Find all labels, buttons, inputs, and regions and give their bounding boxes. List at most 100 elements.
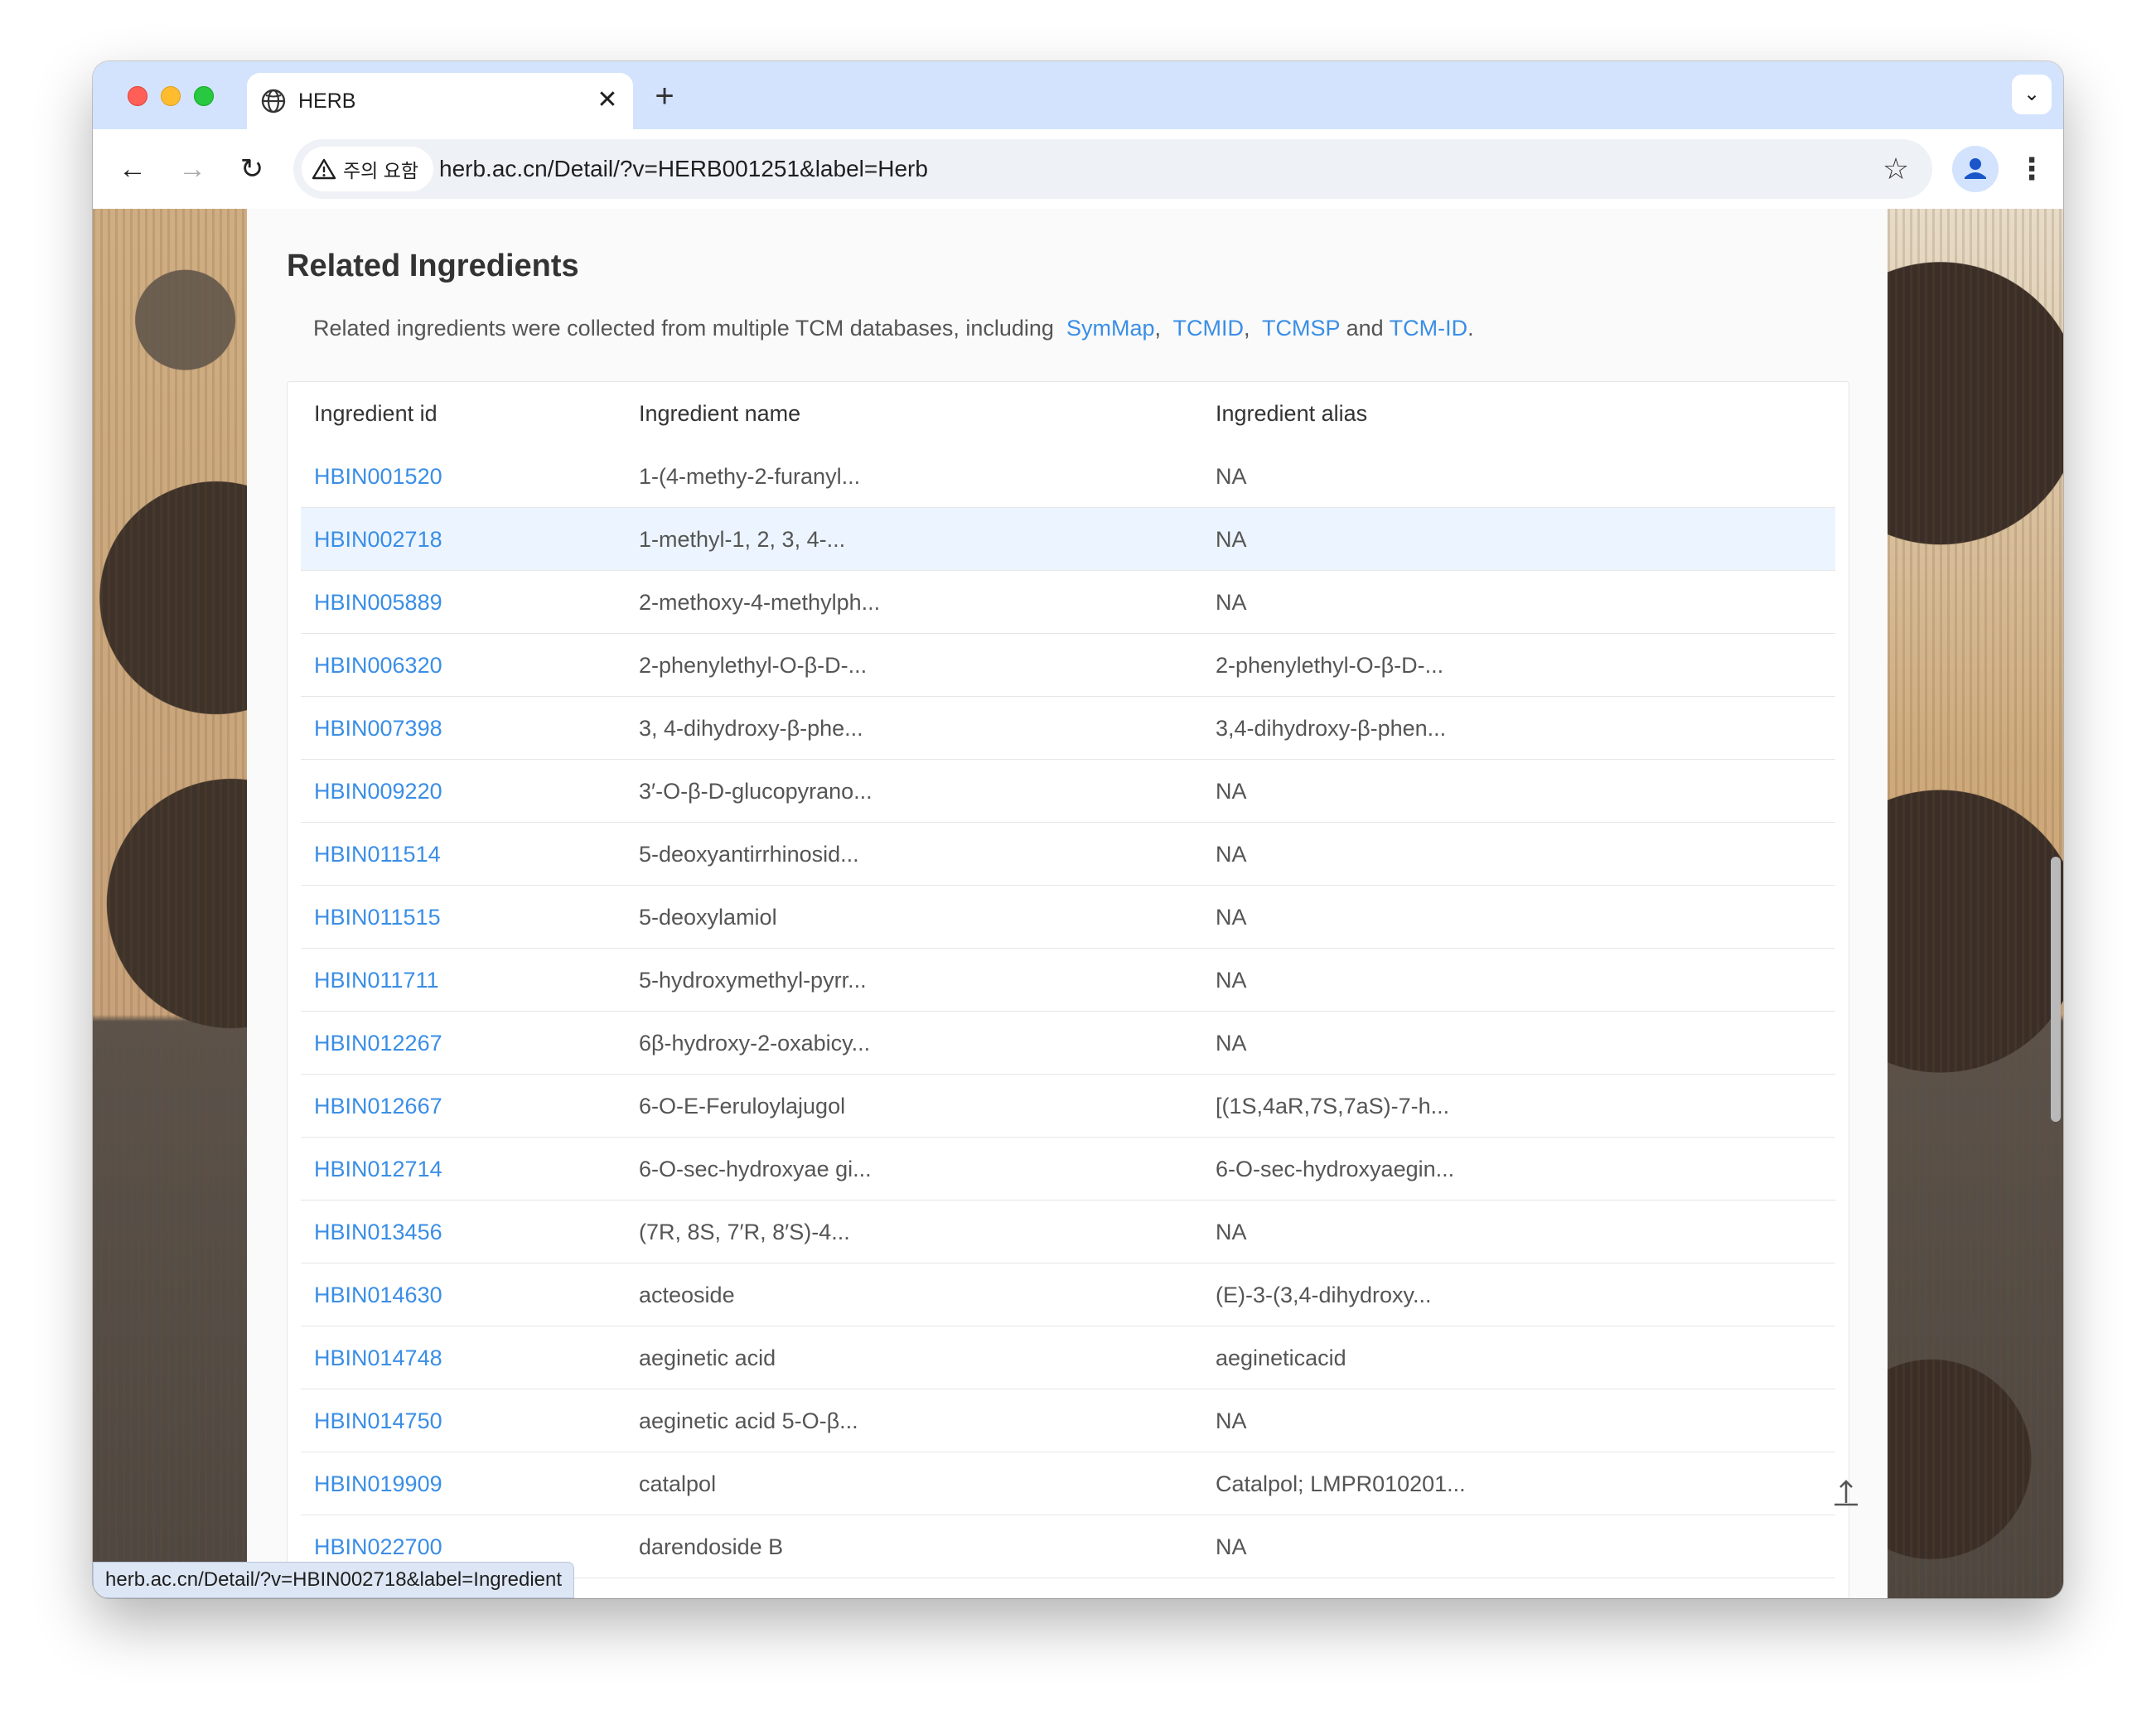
table-row[interactable]: HBIN014748 aeginetic acid aegineticacid xyxy=(301,1326,1835,1389)
ingredient-id-link[interactable]: HBIN022700 xyxy=(314,1532,442,1562)
ingredient-id-link[interactable]: HBIN012714 xyxy=(314,1154,442,1184)
new-tab-button[interactable]: + xyxy=(646,78,683,114)
ingredient-alias: aegineticacid xyxy=(1216,1346,1346,1370)
header-ingredient-id[interactable]: Ingredient id xyxy=(314,399,437,428)
url-text[interactable]: herb.ac.cn/Detail/?v=HERB001251&label=He… xyxy=(439,154,928,184)
ingredient-id-link[interactable]: HBIN007398 xyxy=(314,713,442,743)
ingredient-name: 6-O-E-Feruloylajugol xyxy=(639,1094,846,1118)
header-ingredient-name[interactable]: Ingredient name xyxy=(639,399,800,428)
table-row[interactable]: HBIN019909 catalpol Catalpol; LMPR010201..… xyxy=(301,1452,1835,1515)
ingredient-id-link[interactable]: HBIN012667 xyxy=(314,1091,442,1121)
ingredient-id-link[interactable]: HBIN019909 xyxy=(314,1469,442,1499)
ingredient-alias: Catalpol; LMPR010201... xyxy=(1216,1471,1466,1496)
tab-herb[interactable]: HERB ✕ xyxy=(247,73,633,129)
ingredient-name: catalpol xyxy=(639,1471,717,1496)
link-tcmid[interactable]: TCMID xyxy=(1173,316,1244,341)
comma: , xyxy=(1154,316,1162,341)
forward-arrow-icon[interactable]: → xyxy=(174,151,210,187)
ingredient-alias: (E)-3-(3,4-dihydroxy... xyxy=(1216,1283,1432,1307)
security-label: 주의 요함 xyxy=(343,160,419,181)
ingredient-alias: NA xyxy=(1216,464,1247,489)
ingredient-id-link[interactable]: HBIN012267 xyxy=(314,1028,442,1058)
ingredient-name: darendoside B xyxy=(639,1534,784,1559)
header-ingredient-alias[interactable]: Ingredient alias xyxy=(1216,399,1367,428)
close-window-button[interactable] xyxy=(128,86,147,106)
table-row[interactable]: HBIN011515 5-deoxylamiol NA xyxy=(301,886,1835,949)
ingredient-name: 6-O-sec-hydroxyae gi... xyxy=(639,1157,872,1181)
chevron-down-icon[interactable]: ⌄ xyxy=(2012,75,2052,114)
back-arrow-icon[interactable]: ← xyxy=(114,151,151,187)
ingredient-alias: 6-O-sec-hydroxyaegin... xyxy=(1216,1157,1455,1181)
ingredient-id-link[interactable]: HBIN014748 xyxy=(314,1343,442,1373)
ingredient-name: 3′-O-β-D-glucopyrano... xyxy=(639,779,873,804)
reload-icon[interactable]: ↻ xyxy=(234,151,270,187)
ingredient-id-link[interactable]: HBIN011711 xyxy=(314,965,439,995)
ingredient-alias: NA xyxy=(1216,842,1247,867)
background-photo-right xyxy=(1888,209,2063,1598)
intro-text: Related ingredients were collected from … xyxy=(313,313,1474,343)
minimize-window-button[interactable] xyxy=(161,86,181,106)
close-icon[interactable]: ✕ xyxy=(593,86,621,114)
table-row[interactable]: HBIN012714 6-O-sec-hydroxyae gi... 6-O-sec… xyxy=(301,1138,1835,1201)
kebab-menu-icon[interactable]: ⋮ xyxy=(2015,149,2048,189)
table-row[interactable]: HBIN013456 (7R, 8S, 7′R, 8′S)-4... NA xyxy=(301,1201,1835,1263)
ingredient-alias: NA xyxy=(1216,905,1247,930)
table-row[interactable]: HBIN005889 2-methoxy-4-methylph... NA xyxy=(301,571,1835,634)
zoom-window-button[interactable] xyxy=(194,86,214,106)
profile-icon[interactable] xyxy=(1952,146,1999,192)
ingredient-alias: NA xyxy=(1216,779,1247,804)
ingredient-name: 6β-hydroxy-2-oxabicy... xyxy=(639,1031,871,1056)
and-word: and xyxy=(1346,316,1384,341)
ingredient-id-link[interactable]: HBIN014630 xyxy=(314,1280,442,1310)
ingredient-alias: NA xyxy=(1216,1408,1247,1433)
ingredient-alias: NA xyxy=(1216,968,1247,993)
address-bar[interactable]: 주의 요함 herb.ac.cn/Detail/?v=HERB001251&la… xyxy=(293,139,1932,199)
ingredient-alias: NA xyxy=(1216,590,1247,615)
back-to-top-icon[interactable] xyxy=(1828,1475,1864,1511)
table-row[interactable]: HBIN002718 1-methyl-1, 2, 3, 4-... NA xyxy=(301,508,1835,571)
table-row[interactable]: HBIN014630 acteoside (E)-3-(3,4-dihydroxy.… xyxy=(301,1263,1835,1326)
ingredient-name: 5-hydroxymethyl-pyrr... xyxy=(639,968,867,993)
ingredient-name: (7R, 8S, 7′R, 8′S)-4... xyxy=(639,1220,850,1244)
link-symmap[interactable]: SymMap xyxy=(1066,316,1155,341)
security-chip[interactable]: 주의 요함 xyxy=(302,147,434,191)
ingredient-alias: NA xyxy=(1216,1031,1247,1056)
scrollbar-thumb[interactable] xyxy=(2051,857,2061,1122)
intro-sentence: Related ingredients were collected from … xyxy=(313,316,1054,341)
ingredient-id-link[interactable]: HBIN013456 xyxy=(314,1217,442,1247)
ingredient-name: aeginetic acid 5-O-β... xyxy=(639,1408,858,1433)
ingredient-alias: NA xyxy=(1216,1534,1247,1559)
browser-window: HERB ✕ + ⌄ ← → ↻ 주의 요함 herb.ac.cn/Detail… xyxy=(93,61,2063,1598)
ingredient-id-link[interactable]: HBIN002718 xyxy=(314,524,442,554)
table-row[interactable]: HBIN011711 5-hydroxymethyl-pyrr... NA xyxy=(301,949,1835,1012)
table-row[interactable]: HBIN001520 1-(4-methy-2-furanyl... NA xyxy=(301,445,1835,508)
link-tcm-id[interactable]: TCM-ID xyxy=(1390,316,1467,341)
table-row[interactable]: HBIN006320 2-phenylethyl-O-β-D-... 2-pheny… xyxy=(301,634,1835,697)
ingredient-name: 3, 4-dihydroxy-β-phe... xyxy=(639,716,863,741)
link-tcmsp[interactable]: TCMSP xyxy=(1262,316,1340,341)
ingredient-alias: [(1S,4aR,7S,7aS)-7-h... xyxy=(1216,1094,1450,1118)
star-icon[interactable]: ☆ xyxy=(1879,152,1912,186)
tab-strip: HERB ✕ + ⌄ xyxy=(93,61,2063,129)
ingredient-alias: NA xyxy=(1216,527,1247,552)
table-row[interactable]: HBIN012667 6-O-E-Feruloylajugol [(1S,4aR,7… xyxy=(301,1075,1835,1138)
background-photo-left xyxy=(93,209,247,1598)
ingredient-id-link[interactable]: HBIN014750 xyxy=(314,1406,442,1436)
ingredient-id-link[interactable]: HBIN011515 xyxy=(314,902,441,932)
ingredient-id-link[interactable]: HBIN005889 xyxy=(314,587,442,617)
ingredient-name: acteoside xyxy=(639,1283,735,1307)
browser-toolbar: ← → ↻ 주의 요함 herb.ac.cn/Detail/?v=HERB001… xyxy=(93,129,2063,209)
table-row[interactable]: HBIN011514 5-deoxyantirrhinosid... NA xyxy=(301,823,1835,886)
ingredient-id-link[interactable]: HBIN001520 xyxy=(314,461,442,491)
ingredient-id-link[interactable]: HBIN006320 xyxy=(314,650,442,680)
table-row[interactable]: HBIN007398 3, 4-dihydroxy-β-phe... 3,4-dih… xyxy=(301,697,1835,760)
table-row[interactable]: HBIN012267 6β-hydroxy-2-oxabicy... NA xyxy=(301,1012,1835,1075)
page-viewport: Related Ingredients Related ingredients … xyxy=(93,209,2063,1598)
ingredient-id-link[interactable]: HBIN011514 xyxy=(314,839,441,869)
tab-title: HERB xyxy=(298,89,356,113)
table-row[interactable]: HBIN009220 3′-O-β-D-glucopyrano... NA xyxy=(301,760,1835,823)
warning-icon xyxy=(312,158,336,180)
table-row[interactable]: HBIN014750 aeginetic acid 5-O-β... NA xyxy=(301,1389,1835,1452)
ingredient-id-link[interactable]: HBIN009220 xyxy=(314,776,442,806)
ingredient-name: 1-methyl-1, 2, 3, 4-... xyxy=(639,527,846,552)
